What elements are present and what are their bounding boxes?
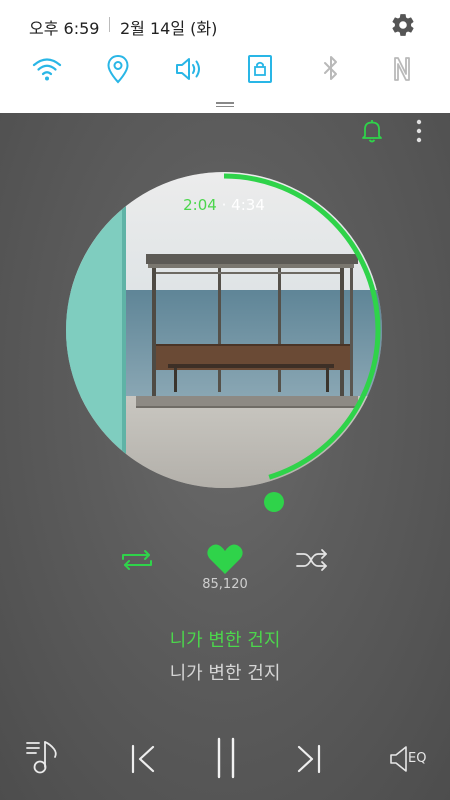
nfc-icon[interactable] xyxy=(386,53,418,85)
like-heart-icon[interactable] xyxy=(206,542,244,576)
more-options-icon[interactable] xyxy=(412,118,426,144)
eq-label: EQ xyxy=(408,751,427,766)
pause-icon[interactable] xyxy=(214,736,238,780)
lyric-current-line[interactable]: 니가 변한 건지 xyxy=(0,626,450,652)
clock: 오후 6:59 xyxy=(29,19,100,38)
speaker-eq-icon xyxy=(390,746,407,772)
date: 2월 14일 (화) xyxy=(120,19,218,38)
bluetooth-icon[interactable] xyxy=(315,53,347,85)
elapsed-time: 2:04 xyxy=(183,196,217,214)
repeat-icon[interactable] xyxy=(119,546,155,574)
like-count: 85,120 xyxy=(202,577,248,592)
settings-gear-icon[interactable] xyxy=(390,12,416,38)
shuffle-icon[interactable] xyxy=(294,546,330,574)
equalizer-button[interactable]: EQ xyxy=(388,744,436,774)
playback-time: 2:04 · 4:34 xyxy=(66,196,382,214)
playback-progress-ring[interactable] xyxy=(66,172,382,488)
next-track-icon[interactable] xyxy=(294,742,324,776)
sound-icon[interactable] xyxy=(173,53,205,85)
time-separator: · xyxy=(221,196,227,214)
wifi-icon[interactable] xyxy=(31,53,63,85)
previous-track-icon[interactable] xyxy=(128,742,158,776)
playlist-icon[interactable] xyxy=(24,738,64,776)
location-icon[interactable] xyxy=(102,53,134,85)
divider xyxy=(109,17,110,32)
album-art-disc[interactable] xyxy=(66,172,382,488)
lyric-next-line[interactable]: 니가 변한 건지 xyxy=(0,659,450,685)
panel-drag-handle[interactable] xyxy=(216,102,234,107)
notification-bell-icon[interactable] xyxy=(360,118,384,144)
total-duration: 4:34 xyxy=(231,196,265,214)
seek-knob[interactable] xyxy=(264,492,284,512)
screen-rotation-lock-icon[interactable] xyxy=(244,53,276,85)
quick-settings-panel: 오후 6:59 2월 14일 (화) xyxy=(0,0,450,113)
